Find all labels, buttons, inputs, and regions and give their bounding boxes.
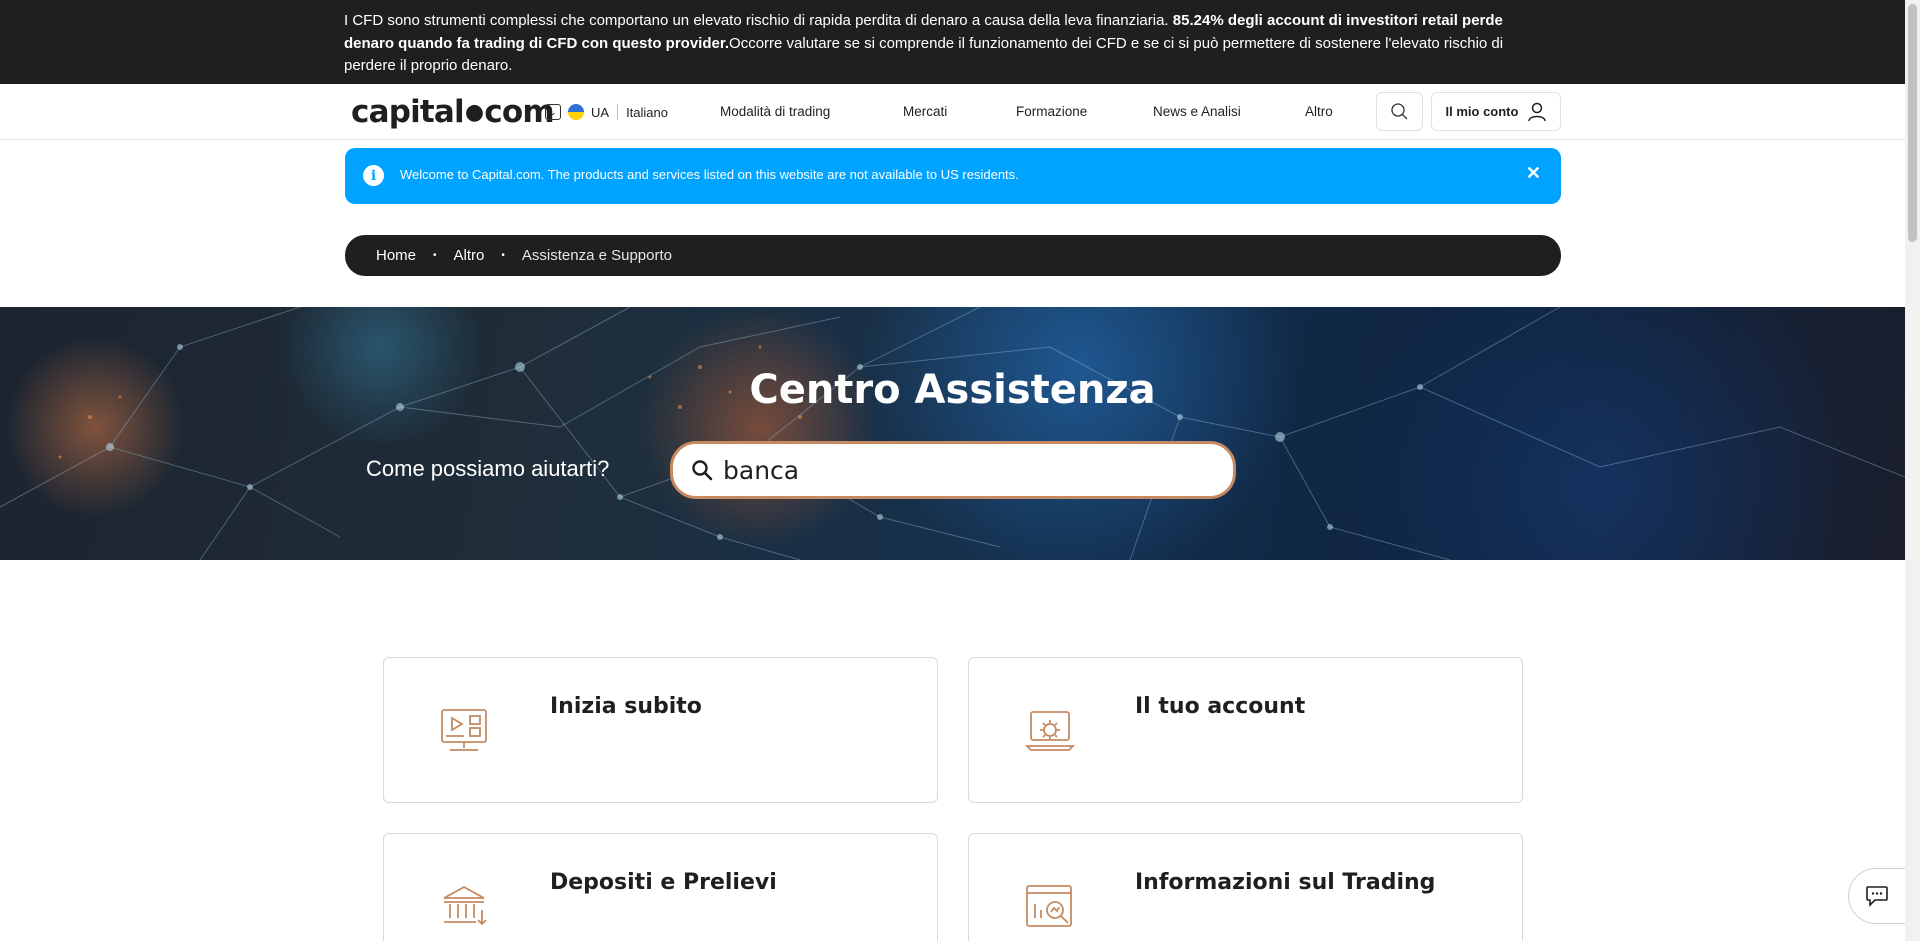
ukraine-flag-icon <box>568 104 584 120</box>
nav-modalita-trading[interactable]: Modalità di trading <box>720 104 830 119</box>
chat-support-button[interactable] <box>1848 868 1905 924</box>
page-scrollbar[interactable] <box>1905 0 1920 941</box>
notice-text: Welcome to Capital.com. The products and… <box>400 167 1019 182</box>
chevron-down-icon: ⌄ <box>545 104 561 120</box>
info-icon: i <box>363 165 384 186</box>
category-card-il-tuo-account[interactable]: Il tuo account <box>968 657 1523 803</box>
category-card-depositi-prelievi[interactable]: Depositi e Prelievi <box>383 833 938 941</box>
breadcrumb-current: Assistenza e Supporto <box>521 247 672 264</box>
divider <box>617 104 619 120</box>
laptop-gear-icon <box>1025 711 1075 751</box>
breadcrumb-separator: • <box>433 250 437 261</box>
help-search-input[interactable] <box>723 455 1193 485</box>
close-icon[interactable]: ✕ <box>1526 163 1541 184</box>
search-icon <box>692 460 713 481</box>
breadcrumb-altro[interactable]: Altro <box>454 247 485 264</box>
user-icon <box>1528 102 1547 121</box>
search-icon <box>1391 103 1408 120</box>
risk-warning-text: I CFD sono strumenti complessi che compo… <box>344 12 1504 74</box>
scrollbar-thumb[interactable] <box>1908 4 1917 242</box>
my-account-button[interactable]: Il mio conto <box>1431 92 1561 131</box>
my-account-label: Il mio conto <box>1445 104 1519 119</box>
category-card-inizia-subito[interactable]: Inizia subito <box>383 657 938 803</box>
card-title: Il tuo account <box>1135 694 1306 719</box>
card-title: Depositi e Prelievi <box>550 870 777 895</box>
breadcrumb: Home • Altro • Assistenza e Supporto <box>345 235 1561 276</box>
network-background-image <box>0 307 1905 560</box>
search-prompt-label: Come possiamo aiutarti? <box>366 456 610 481</box>
us-residents-notice: i Welcome to Capital.com. The products a… <box>345 148 1561 204</box>
page-title: Centro Assistenza <box>749 367 1156 413</box>
chat-icon <box>1866 886 1888 907</box>
video-screen-icon <box>441 709 487 751</box>
site-header: capital●com ⌄ UA Italiano Modalità di tr… <box>0 84 1905 140</box>
chart-magnifier-icon <box>1026 885 1072 927</box>
nav-formazione[interactable]: Formazione <box>1016 104 1087 119</box>
card-title: Inizia subito <box>550 694 702 719</box>
nav-news-analisi[interactable]: News e Analisi <box>1153 104 1241 119</box>
nav-altro[interactable]: Altro <box>1305 104 1333 119</box>
header-search-button[interactable] <box>1376 92 1423 131</box>
logo[interactable]: capital●com <box>351 94 555 130</box>
language-selector[interactable]: ⌄ UA Italiano <box>545 102 668 122</box>
help-center-hero: Centro Assistenza Come possiamo aiutarti… <box>0 307 1905 560</box>
help-search-box[interactable] <box>670 441 1236 499</box>
risk-warning-banner: I CFD sono strumenti complessi che compo… <box>0 0 1905 84</box>
nav-mercati[interactable]: Mercati <box>903 104 947 119</box>
region-code: UA <box>591 104 610 120</box>
card-title: Informazioni sul Trading <box>1135 870 1436 895</box>
category-card-informazioni-trading[interactable]: Informazioni sul Trading <box>968 833 1523 941</box>
bank-icon <box>443 885 487 926</box>
language-label: Italiano <box>626 104 668 120</box>
breadcrumb-home[interactable]: Home <box>376 247 416 264</box>
breadcrumb-separator: • <box>501 250 505 261</box>
